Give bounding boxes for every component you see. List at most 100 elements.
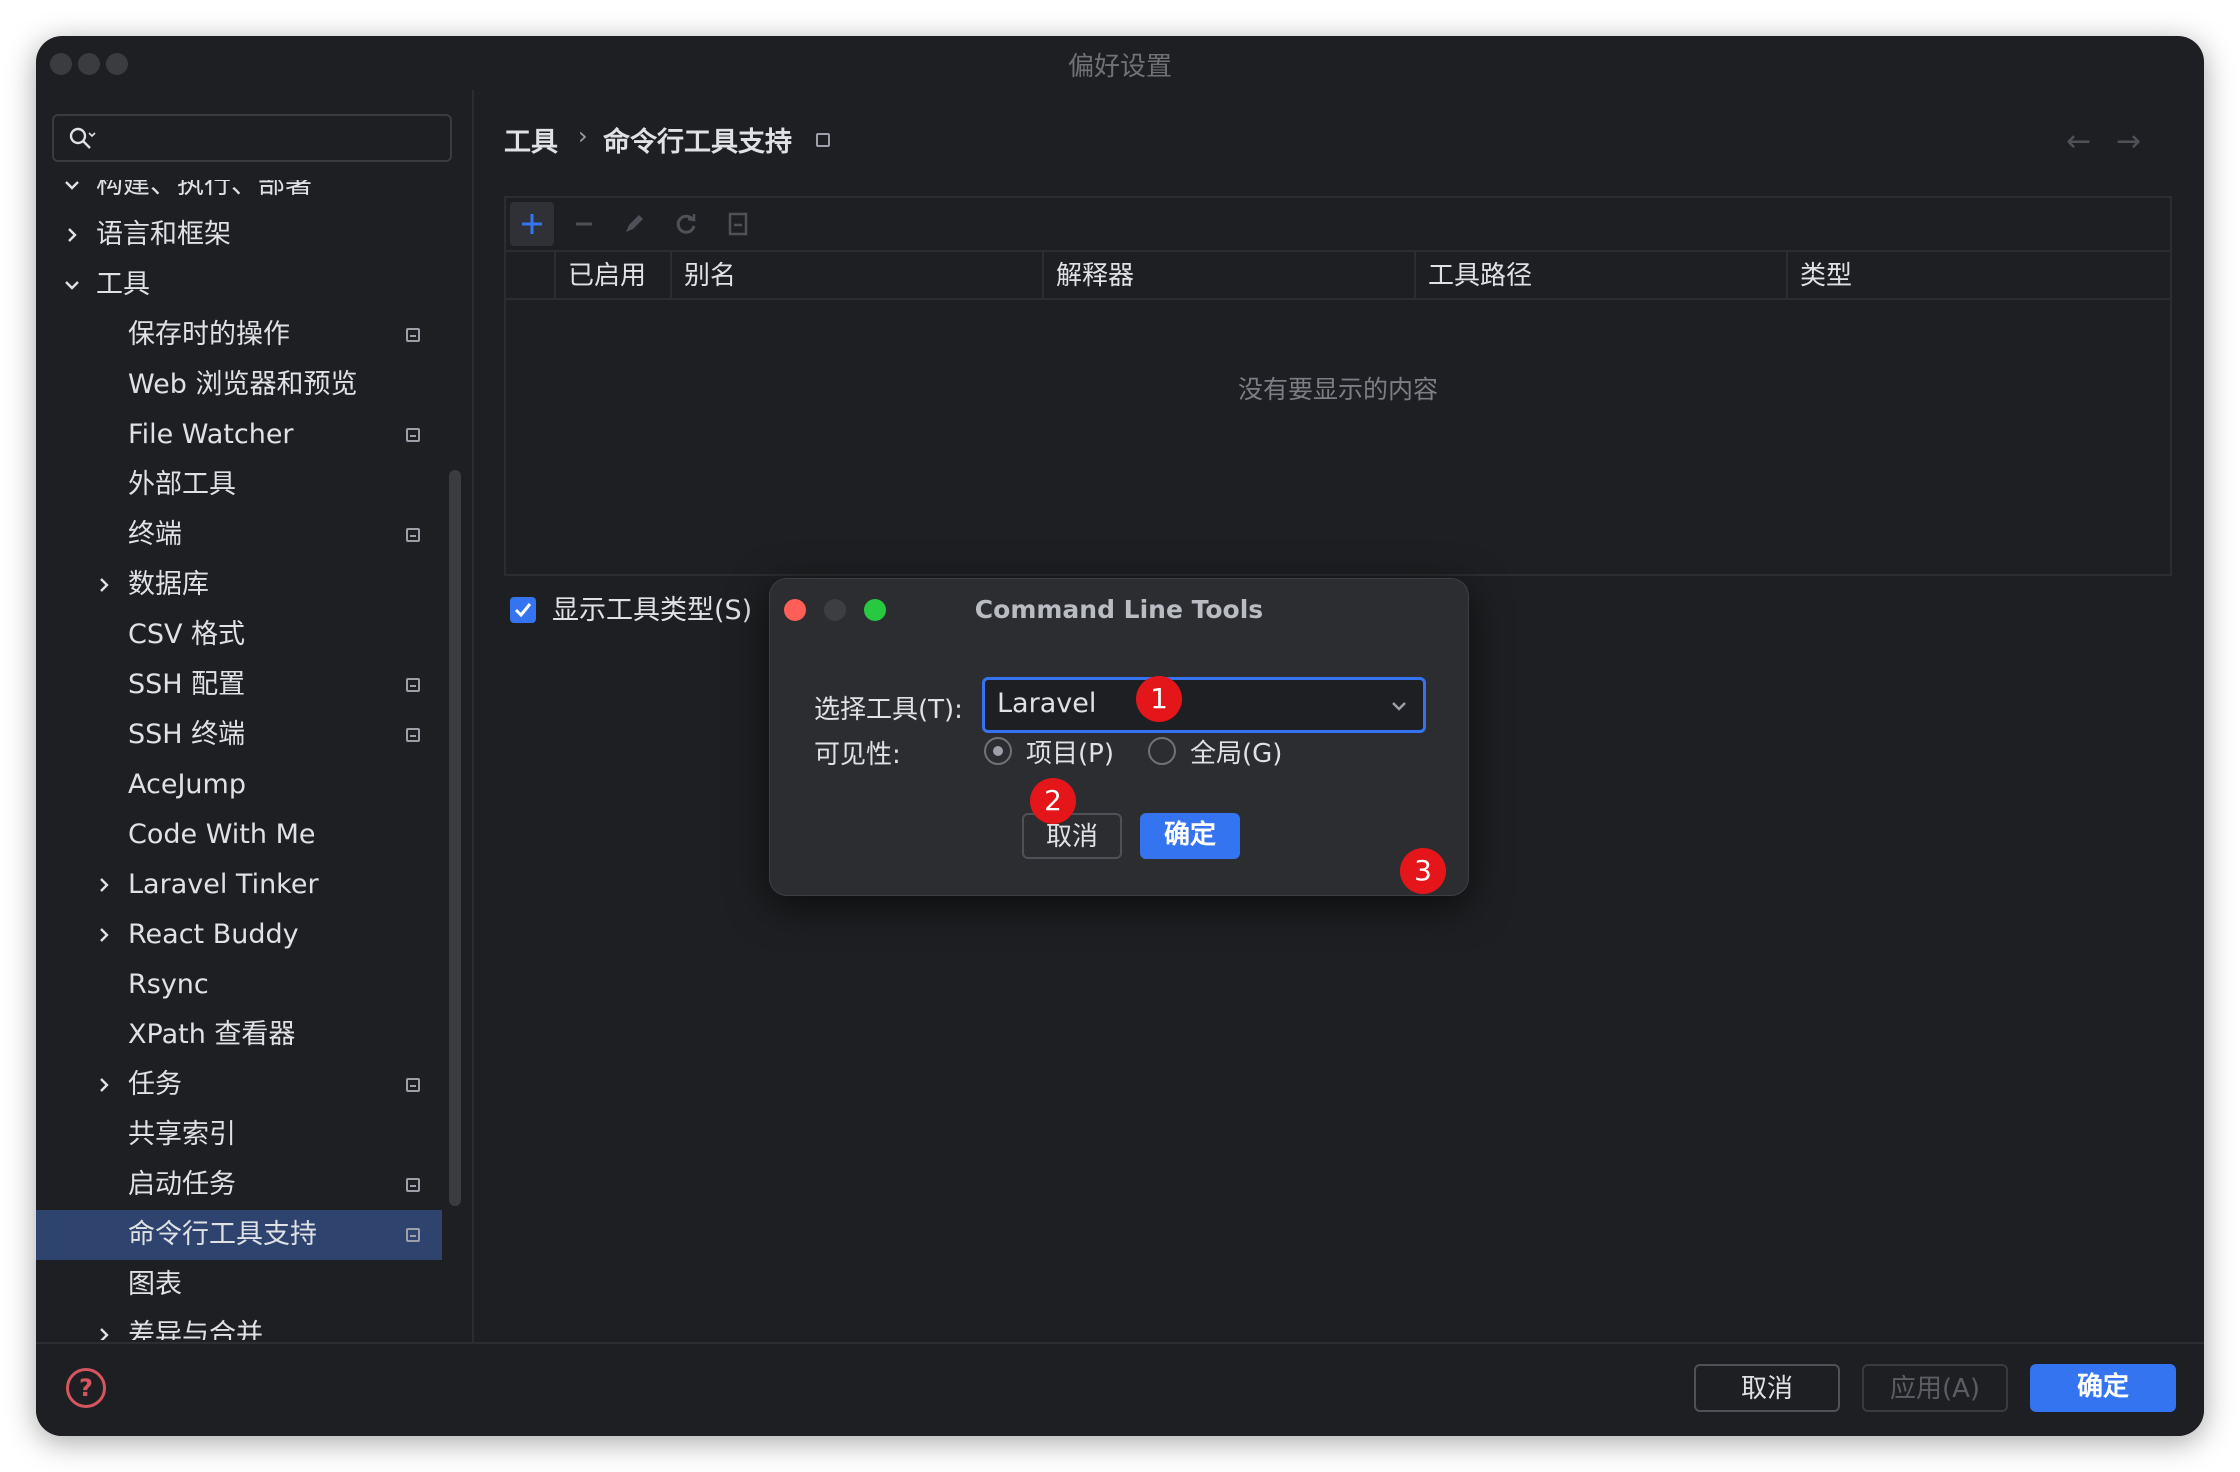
sidebar-item-label: 语言和框架 — [96, 219, 231, 250]
breadcrumb-parent[interactable]: 工具 — [504, 120, 558, 159]
sidebar-item[interactable]: 数据库 — [36, 560, 442, 610]
edit-button[interactable] — [612, 202, 656, 246]
chevron-right-icon[interactable] — [92, 573, 116, 597]
export-button[interactable] — [716, 202, 760, 246]
chevron-right-icon[interactable] — [60, 223, 84, 247]
sidebar-divider[interactable] — [472, 90, 474, 1342]
forward-arrow-icon[interactable]: → — [2116, 124, 2141, 159]
dialog-cancel-button[interactable]: 取消 — [1022, 813, 1122, 859]
breadcrumb-current: 命令行工具支持 — [603, 127, 792, 158]
pin-icon — [816, 133, 830, 147]
sidebar-item[interactable]: SSH 终端 — [36, 710, 442, 760]
sidebar-item-label: XPath 查看器 — [128, 1019, 296, 1050]
radio-project-label[interactable]: 项目(P) — [1026, 733, 1114, 770]
annotation-badge-2: 2 — [1030, 778, 1076, 824]
sidebar-item[interactable]: File Watcher — [36, 410, 442, 460]
edit-icon — [626, 215, 643, 232]
help-icon[interactable]: ? — [66, 1368, 106, 1408]
sidebar-item[interactable]: Web 浏览器和预览 — [36, 360, 442, 410]
radio-global-label[interactable]: 全局(G) — [1190, 733, 1282, 770]
add-button[interactable] — [510, 202, 554, 246]
remove-button[interactable] — [562, 202, 606, 246]
add-icon — [522, 214, 542, 234]
tool-select[interactable]: Laravel — [982, 677, 1426, 733]
column-enabled[interactable]: 已启用 — [554, 252, 670, 300]
checkbox-checked[interactable] — [510, 597, 536, 623]
column-tool-path[interactable]: 工具路径 — [1414, 252, 1786, 300]
chevron-down-icon[interactable] — [60, 180, 84, 197]
cancel-button[interactable]: 取消 — [1694, 1364, 1840, 1412]
annotation-badge-3: 3 — [1400, 848, 1446, 894]
sidebar-item[interactable]: Rsync — [36, 960, 442, 1010]
sidebar-item[interactable]: 任务 — [36, 1060, 442, 1110]
pin-icon — [406, 428, 420, 442]
sidebar-item-label: Web 浏览器和预览 — [128, 369, 358, 400]
ok-button[interactable]: 确定 — [2030, 1364, 2176, 1412]
column-alias[interactable]: 别名 — [670, 252, 1042, 300]
sidebar-item-label: 命令行工具支持 — [128, 1219, 317, 1250]
column-interpreter[interactable]: 解释器 — [1042, 252, 1414, 300]
chevron-right-icon[interactable] — [92, 923, 116, 947]
sidebar-item[interactable]: 命令行工具支持 — [36, 1210, 442, 1260]
sidebar-item-label: 构建、执行、部署 — [96, 180, 312, 200]
search-input[interactable] — [52, 114, 452, 162]
title-bar: 偏好设置 — [36, 36, 2204, 90]
sidebar-item-label: SSH 配置 — [128, 669, 246, 700]
sidebar-item[interactable]: Laravel Tinker — [36, 860, 442, 910]
sidebar-item-label: 保存时的操作 — [128, 319, 290, 350]
back-arrow-icon[interactable]: ← — [2066, 124, 2091, 159]
chevron-right-icon[interactable] — [92, 1323, 116, 1340]
pin-icon — [406, 1178, 420, 1192]
pin-icon — [406, 528, 420, 542]
sidebar-item-label: 图表 — [128, 1269, 182, 1300]
search-icon — [69, 127, 96, 149]
breadcrumb-separator: › — [578, 122, 588, 150]
sidebar-item-label: 差异与合并 — [128, 1319, 263, 1340]
sidebar-item[interactable]: 外部工具 — [36, 460, 442, 510]
refresh-icon — [676, 214, 696, 234]
sidebar-item-label: 外部工具 — [128, 469, 236, 500]
sidebar-item-label: Rsync — [128, 969, 209, 1000]
radio-project[interactable] — [984, 737, 1012, 765]
sidebar-item[interactable]: 终端 — [36, 510, 442, 560]
sidebar-item-label: 共享索引 — [128, 1119, 236, 1150]
dialog-ok-button[interactable]: 确定 — [1140, 813, 1240, 859]
command-line-tools-dialog: Command Line Tools 选择工具(T): Laravel 可见性:… — [769, 578, 1469, 896]
radio-global[interactable] — [1148, 737, 1176, 765]
pin-icon — [406, 1228, 420, 1242]
chevron-down-icon[interactable] — [60, 273, 84, 297]
sidebar-item-label: React Buddy — [128, 919, 299, 950]
settings-tree: 构建、执行、部署语言和框架工具保存时的操作 Web 浏览器和预览 File Watc… — [36, 180, 472, 1340]
settings-sidebar: 构建、执行、部署语言和框架工具保存时的操作 Web 浏览器和预览 File Watc… — [36, 90, 472, 1342]
pin-icon — [406, 1078, 420, 1092]
sidebar-item[interactable]: Code With Me — [36, 810, 442, 860]
column-type[interactable]: 类型 — [1786, 252, 2166, 300]
sidebar-item[interactable]: 共享索引 — [36, 1110, 442, 1160]
chevron-right-icon[interactable] — [92, 1073, 116, 1097]
pin-icon — [406, 678, 420, 692]
sidebar-item[interactable]: 差异与合并 — [36, 1310, 442, 1340]
sidebar-item[interactable]: CSV 格式 — [36, 610, 442, 660]
sidebar-scrollbar[interactable] — [449, 470, 461, 1206]
refresh-button[interactable] — [664, 202, 708, 246]
sidebar-item[interactable]: React Buddy — [36, 910, 442, 960]
sidebar-item-label: File Watcher — [128, 419, 294, 450]
annotation-badge-1: 1 — [1136, 676, 1182, 722]
sidebar-item[interactable]: 保存时的操作 — [36, 310, 442, 360]
remove-icon — [576, 222, 592, 226]
apply-button[interactable]: 应用(A) — [1862, 1364, 2008, 1412]
tools-table-panel: 已启用 别名 解释器 工具路径 类型 没有要显示的内容 — [504, 196, 2172, 576]
sidebar-item[interactable]: 启动任务 — [36, 1160, 442, 1210]
sidebar-item-label: 终端 — [128, 519, 182, 550]
sidebar-item[interactable]: 语言和框架 — [36, 210, 442, 260]
chevron-right-icon[interactable] — [92, 873, 116, 897]
sidebar-item[interactable]: XPath 查看器 — [36, 1010, 442, 1060]
sidebar-item-label: 工具 — [96, 269, 150, 300]
sidebar-item[interactable]: 构建、执行、部署 — [36, 180, 442, 210]
sidebar-item[interactable]: 工具 — [36, 260, 442, 310]
sidebar-item-label: Laravel Tinker — [128, 869, 319, 900]
sidebar-item[interactable]: 图表 — [36, 1260, 442, 1310]
sidebar-item[interactable]: AceJump — [36, 760, 442, 810]
sidebar-item[interactable]: SSH 配置 — [36, 660, 442, 710]
pin-icon — [406, 728, 420, 742]
